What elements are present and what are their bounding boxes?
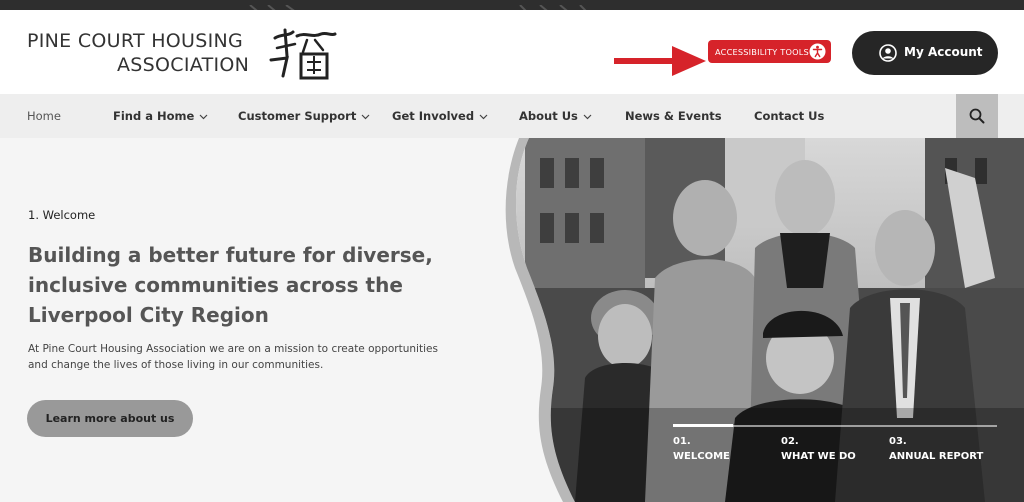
hero-section: 1. Welcome Building a better future for … <box>0 138 1024 502</box>
nav-item-about-us[interactable]: About Us <box>519 94 592 138</box>
slide-number: 02. <box>781 436 799 447</box>
nav-item-find-a-home[interactable]: Find a Home <box>113 94 208 138</box>
user-circle-icon <box>879 44 897 62</box>
slide-label: WELCOME <box>673 451 730 462</box>
slide-label: ANNUAL REPORT <box>889 451 984 462</box>
hero-title: Building a better future for diverse, in… <box>28 243 433 327</box>
nav-item-customer-support[interactable]: Customer Support <box>238 94 370 138</box>
learn-more-label: Learn more about us <box>45 412 175 425</box>
nav-item-news-events[interactable]: News & Events <box>625 94 722 138</box>
chevron-down-icon <box>479 114 488 119</box>
slide-tab-welcome[interactable]: 01. WELCOME <box>673 434 730 464</box>
red-arrow-annotation <box>614 46 706 76</box>
pine-calligraphy-icon <box>269 28 337 80</box>
hero-description: At Pine Court Housing Association we are… <box>28 343 438 371</box>
slider-active-indicator <box>673 424 733 427</box>
accessibility-tools-label: ACCESSIBILITY TOOLS <box>715 46 809 57</box>
main-navigation: Home Find a Home Customer Support Get In… <box>0 94 1024 138</box>
slide-number: 03. <box>889 436 907 447</box>
chevron-down-icon <box>199 114 208 119</box>
my-account-button[interactable]: My Account <box>852 31 998 75</box>
learn-more-button[interactable]: Learn more about us <box>27 400 193 437</box>
slide-number: 01. <box>673 436 691 447</box>
top-decorative-bar <box>0 0 1024 10</box>
logo-text-line2: ASSOCIATION <box>117 54 250 76</box>
logo-text-line1: PINE COURT HOUSING <box>27 30 244 52</box>
search-button[interactable] <box>956 94 998 138</box>
slide-label: WHAT WE DO <box>781 451 856 462</box>
chevron-down-icon <box>583 114 592 119</box>
accessibility-icon <box>809 43 826 60</box>
nav-item-get-involved[interactable]: Get Involved <box>392 94 488 138</box>
nav-item-label: Find a Home <box>113 109 195 123</box>
chevron-down-icon <box>361 114 370 119</box>
nav-item-label: Contact Us <box>754 109 825 123</box>
hero-eyebrow: 1. Welcome <box>28 208 96 222</box>
nav-item-contact-us[interactable]: Contact Us <box>754 94 824 138</box>
site-logo[interactable]: PINE COURT HOUSING ASSOCIATION <box>27 28 347 82</box>
nav-item-home[interactable]: Home <box>27 94 61 138</box>
nav-item-label: Customer Support <box>238 109 357 123</box>
my-account-label: My Account <box>904 45 983 59</box>
nav-item-label: About Us <box>519 109 578 123</box>
nav-item-label: News & Events <box>625 109 722 123</box>
accessibility-tools-button[interactable]: ACCESSIBILITY TOOLS <box>708 40 831 63</box>
slide-tab-what-we-do[interactable]: 02. WHAT WE DO <box>781 434 856 464</box>
site-header: PINE COURT HOUSING ASSOCIATION ACCESSIBI… <box>0 10 1024 94</box>
nav-item-label: Home <box>27 109 61 123</box>
search-icon <box>969 108 985 124</box>
slide-tab-annual-report[interactable]: 03. ANNUAL REPORT <box>889 434 983 464</box>
nav-item-label: Get Involved <box>392 109 475 123</box>
